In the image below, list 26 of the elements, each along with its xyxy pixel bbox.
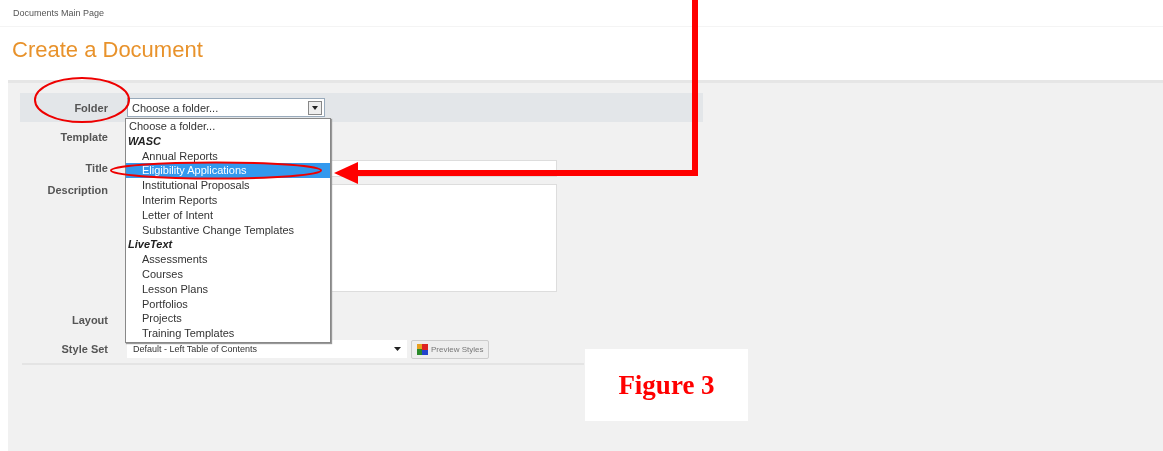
dropdown-option[interactable]: Interim Reports: [126, 193, 330, 208]
dropdown-option[interactable]: Choose a folder...: [126, 119, 330, 134]
dropdown-option[interactable]: Projects: [126, 311, 330, 327]
dropdown-option[interactable]: Lesson Plans: [126, 281, 330, 297]
field-label: Title: [84, 162, 109, 174]
palette-icon: [417, 343, 428, 355]
dropdown-option[interactable]: Institutional Proposals: [126, 178, 330, 193]
field-label: Description: [46, 184, 109, 196]
option-group-heading: LiveText: [127, 237, 174, 253]
dropdown-option[interactable]: Assessments: [126, 252, 330, 267]
field-label: Layout: [70, 314, 109, 326]
dropdown-option[interactable]: Letter of Intent: [126, 207, 330, 223]
figure-caption: Figure 3: [618, 369, 715, 401]
dropdown-option[interactable]: Substantive Change Templates: [126, 222, 330, 238]
dropdown-option[interactable]: Annual Reports: [126, 148, 330, 164]
preview-styles-button[interactable]: Preview Styles: [411, 339, 490, 359]
dropdown-option[interactable]: Training Templates: [126, 326, 330, 341]
option-group-heading: WASC: [127, 133, 162, 149]
field-label: Style Set: [60, 343, 109, 355]
dropdown-option[interactable]: Portfolios: [126, 296, 330, 312]
dropdown-option[interactable]: Courses: [126, 266, 330, 282]
breadcrumb-link[interactable]: Documents Main Page: [13, 8, 105, 18]
field-label: Template: [59, 131, 109, 143]
field-label: Folder: [73, 101, 109, 114]
page-title: Create a Document: [12, 37, 204, 64]
dropdown-arrow-icon[interactable]: [394, 347, 401, 351]
